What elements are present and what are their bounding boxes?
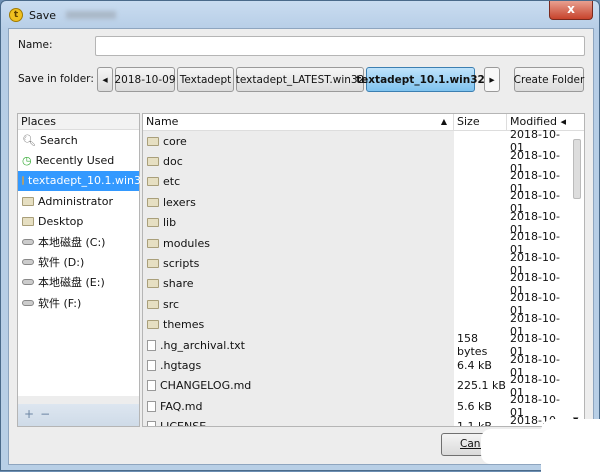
file-name: core: [163, 134, 187, 148]
places-item-label: 软件 (D:): [38, 255, 85, 269]
file-size: 1.1 kB: [457, 420, 492, 427]
name-input[interactable]: [95, 36, 585, 56]
drive-icon: [22, 279, 34, 286]
places-item-label: 本地磁盘 (C:): [38, 235, 106, 249]
folder-icon: [147, 320, 159, 330]
folder-icon: [147, 197, 159, 207]
save-in-folder-label: Save in folder:: [18, 73, 94, 85]
folder-icon: [22, 216, 34, 226]
places-item-label: Administrator: [38, 194, 113, 208]
places-panel: Places 🔍︎ Search ◷ Recently Used textadept_1…: [17, 113, 148, 427]
path-scroll-left-button[interactable]: ◂: [97, 67, 113, 92]
search-icon: 🔍︎: [22, 133, 36, 147]
name-label: Name:: [18, 39, 53, 51]
column-header-name[interactable]: Name ▲: [143, 114, 454, 130]
file-name: themes: [163, 318, 205, 332]
close-button[interactable]: x: [549, 1, 593, 20]
blurred-title-text: [66, 11, 117, 19]
places-item-label: 软件 (F:): [38, 296, 82, 310]
title-bar: t Save: [9, 6, 117, 24]
places-item-label: textadept_10.1.win32: [28, 174, 149, 188]
places-spacer: [18, 396, 139, 404]
folder-icon: [147, 157, 159, 167]
file-name: src: [163, 297, 180, 311]
folder-icon: [147, 238, 159, 248]
file-name: etc: [163, 175, 181, 189]
folder-icon: [147, 259, 159, 269]
places-item[interactable]: ◷ Recently Used: [18, 150, 139, 170]
file-row[interactable]: LICENSE1.1 kB2018-10-01: [143, 414, 584, 427]
file-icon: [147, 359, 156, 371]
scrollbar-thumb[interactable]: [573, 139, 581, 199]
folder-icon: [147, 177, 159, 187]
places-item[interactable]: Desktop: [18, 211, 139, 231]
folder-icon: [147, 218, 159, 228]
places-item[interactable]: textadept_10.1.win32: [18, 170, 148, 191]
places-item-label: Search: [39, 133, 78, 147]
places-toolbar: +−: [18, 404, 139, 426]
folder-icon: [22, 196, 34, 206]
places-item[interactable]: 🔍︎ Search: [18, 130, 139, 150]
vertical-scrollbar[interactable]: ▼: [570, 131, 584, 426]
places-item-label: Recently Used: [35, 153, 115, 167]
clock-icon: ◷: [22, 153, 32, 167]
dialog-body: Name: Save in folder: ◂ 2018-10-09 Texta…: [8, 28, 594, 465]
file-size: 225.1 kB: [457, 379, 506, 393]
file-size: 158 bytes: [457, 332, 488, 359]
path-button[interactable]: Textadept: [177, 67, 234, 92]
file-name: LICENSE: [160, 420, 207, 427]
file-name: .hg_archival.txt: [160, 338, 245, 352]
file-size: 5.6 kB: [457, 399, 492, 413]
file-name: scripts: [163, 257, 200, 271]
folder-icon: [147, 299, 159, 309]
file-icon: [147, 421, 156, 426]
window-title: Save: [29, 8, 57, 22]
file-name: modules: [163, 236, 210, 250]
add-place-button[interactable]: +: [24, 407, 40, 421]
places-item[interactable]: 软件 (F:): [18, 292, 139, 312]
path-button[interactable]: 2018-10-09: [114, 67, 176, 92]
path-button[interactable]: textadept_LATEST.win32: [236, 67, 364, 92]
file-name: doc: [163, 155, 183, 169]
places-item-label: Desktop: [38, 214, 84, 228]
file-list-header: Name ▲ Size Modified ◂: [143, 114, 584, 131]
file-name: FAQ.md: [160, 399, 203, 413]
path-button-current[interactable]: textadept_10.1.win32: [356, 67, 485, 92]
textadept-app-icon: t: [9, 8, 23, 22]
save-dialog: t Save x Name: Save in folder: ◂ 2018-10…: [0, 0, 600, 472]
remove-place-button[interactable]: −: [40, 407, 56, 421]
file-name: CHANGELOG.md: [160, 379, 252, 393]
create-folder-button[interactable]: Create Folder: [514, 67, 584, 92]
file-list: Name ▲ Size Modified ◂ core 2018-10-01 doc 2…: [142, 113, 585, 427]
folder-icon: [22, 176, 24, 186]
column-header-size[interactable]: Size: [454, 114, 507, 130]
file-name: lexers: [163, 195, 196, 209]
places-item[interactable]: 本地磁盘 (C:): [18, 231, 139, 251]
file-icon: [147, 339, 156, 351]
places-item[interactable]: 本地磁盘 (E:): [18, 272, 139, 292]
path-scroll-right-button[interactable]: ▸: [484, 67, 500, 92]
drive-icon: [22, 258, 34, 265]
watermark-overlay: [541, 419, 600, 472]
drive-icon: [22, 299, 34, 306]
places-item[interactable]: Administrator: [18, 191, 139, 211]
file-icon: [147, 400, 156, 412]
column-header-modified[interactable]: Modified ◂: [507, 114, 571, 130]
folder-icon: [147, 279, 159, 289]
file-name: share: [163, 277, 194, 291]
file-name: .hgtags: [160, 358, 202, 372]
file-name: lib: [163, 216, 177, 230]
places-item-label: 本地磁盘 (E:): [38, 276, 105, 290]
places-item[interactable]: 软件 (D:): [18, 252, 139, 272]
drive-icon: [22, 238, 34, 245]
file-icon: [147, 380, 156, 392]
places-header[interactable]: Places: [18, 114, 139, 130]
folder-icon: [147, 136, 159, 146]
file-size: 6.4 kB: [457, 358, 492, 372]
